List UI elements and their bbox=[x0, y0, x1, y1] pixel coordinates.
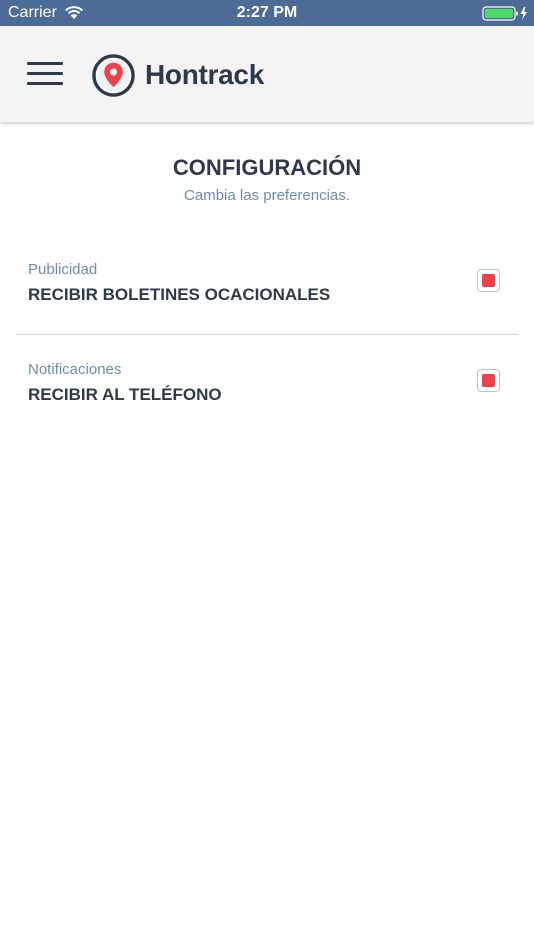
brand-logo: Hontrack bbox=[92, 53, 264, 97]
status-bar: Carrier 2:27 PM bbox=[0, 0, 534, 26]
setting-row-notificaciones: Notificaciones RECIBIR AL TELÉFONO bbox=[16, 348, 518, 418]
battery-icon bbox=[482, 6, 527, 21]
status-time: 2:27 PM bbox=[236, 4, 298, 21]
phone-notifications-checkbox[interactable] bbox=[477, 369, 500, 392]
setting-category: Publicidad bbox=[28, 261, 98, 278]
page-subtitle: Cambia las preferencias. bbox=[184, 187, 350, 204]
setting-label: RECIBIR BOLETINES OCACIONALES bbox=[28, 285, 331, 304]
setting-category: Notificaciones bbox=[28, 361, 122, 378]
app-header: Hontrack bbox=[0, 26, 534, 122]
brand-name: Hontrack bbox=[145, 59, 264, 90]
page-title: CONFIGURACIÓN bbox=[172, 155, 362, 180]
menu-icon-bar bbox=[27, 62, 63, 65]
charging-bolt-icon bbox=[520, 7, 527, 20]
screen: Carrier 2:27 PM Hontrack CONFIGURACIÓN C… bbox=[0, 0, 534, 950]
setting-row-publicidad: Publicidad RECIBIR BOLETINES OCACIONALES bbox=[16, 248, 518, 335]
menu-icon-bar bbox=[27, 72, 63, 75]
map-pin-logo-icon bbox=[92, 53, 135, 97]
setting-label: RECIBIR AL TELÉFONO bbox=[28, 385, 222, 404]
newsletter-checkbox[interactable] bbox=[477, 269, 500, 292]
checkbox-checked-mark bbox=[482, 374, 495, 387]
checkbox-checked-mark bbox=[482, 274, 495, 287]
menu-icon-bar bbox=[27, 82, 63, 85]
menu-button[interactable] bbox=[22, 56, 68, 92]
